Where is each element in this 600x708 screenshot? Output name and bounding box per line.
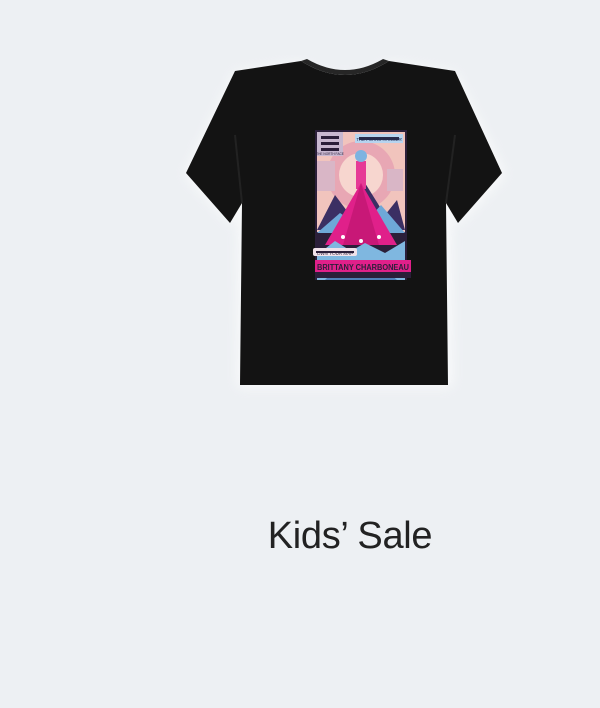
category-title[interactable]: Kids’ Sale xyxy=(0,512,600,560)
product-image-tshirt[interactable]: BRITTANY CHARBONEAU OWN YOUR MAP THE PEA… xyxy=(175,55,515,400)
graphic-name-text: BRITTANY CHARBONEAU xyxy=(317,263,409,272)
graphic-banner-text: THE PEAKS RANGER xyxy=(356,137,403,142)
graphic-badge-text: THE NORTH FACE xyxy=(316,152,344,156)
kids-sale-card[interactable]: BRITTANY CHARBONEAU OWN YOUR MAP THE PEA… xyxy=(0,0,600,708)
graphic-caption-text: OWN YOUR MAP xyxy=(317,251,353,256)
